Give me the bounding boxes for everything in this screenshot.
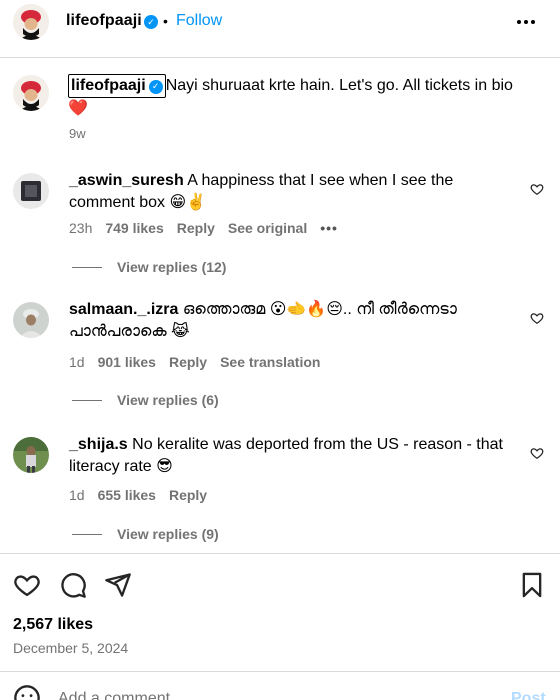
comment-meta: 23h 749 likes Reply See original ••• (69, 220, 338, 236)
like-comment-heart-icon[interactable] (530, 311, 544, 325)
replies-divider-line (72, 266, 102, 268)
comment-text: No keralite was deported from the US - r… (69, 436, 503, 475)
more-options-icon[interactable] (517, 20, 535, 24)
reply-button[interactable]: Reply (169, 487, 207, 503)
see-translation-button[interactable]: See translation (220, 354, 320, 370)
post-likes-count[interactable]: 2,567 likes (13, 616, 93, 634)
commenter-avatar[interactable] (13, 173, 49, 209)
avatar-illustration (13, 437, 49, 473)
post-actions-section: 2,567 likes December 5, 2024 Add a comme… (0, 553, 560, 700)
view-replies-button[interactable]: View replies (12) (72, 259, 226, 275)
comment-username[interactable]: salmaan._.izra (69, 301, 178, 318)
comment-body: _shija.s No keralite was deported from t… (69, 434, 509, 478)
reply-button[interactable]: Reply (177, 220, 215, 236)
comment-body: _aswin_suresh A happiness that I see whe… (69, 170, 509, 214)
caption-text-block: lifeofpaaji ✓ Nayi shuruaat krte hain. Let… (68, 74, 528, 120)
caption-text: Nayi shuruaat krte hain. Let's go. All t… (165, 77, 513, 94)
view-replies-button[interactable]: View replies (6) (72, 392, 219, 408)
replies-divider-line (72, 533, 102, 535)
post-date: December 5, 2024 (13, 640, 129, 656)
comment-bubble-icon[interactable] (59, 571, 87, 599)
add-comment-bar: Add a comment... Post (0, 671, 560, 700)
separator-dot: • (163, 13, 168, 29)
comment-age[interactable]: 1d (69, 487, 85, 503)
caption-age[interactable]: 9w (69, 126, 86, 141)
replies-divider-line (72, 399, 102, 401)
comment-username[interactable]: _shija.s (69, 436, 128, 453)
see-original-button[interactable]: See original (228, 220, 307, 236)
emoji-picker-icon[interactable] (13, 684, 41, 700)
comment-meta: 1d 901 likes Reply See translation (69, 354, 320, 370)
heart-emoji: ❤️ (68, 100, 88, 117)
comment-age[interactable]: 1d (69, 354, 85, 370)
comment-likes[interactable]: 749 likes (105, 220, 163, 236)
reply-button[interactable]: Reply (169, 354, 207, 370)
like-comment-heart-icon[interactable] (530, 446, 544, 460)
post-comment-button[interactable]: Post (511, 690, 546, 700)
like-comment-heart-icon[interactable] (530, 182, 544, 196)
save-bookmark-icon[interactable] (518, 571, 546, 599)
instagram-post-panel: lifeofpaaji ✓ • Follow lifeofpaaji ✓ Nayi … (0, 0, 560, 700)
comment-body: salmaan._.izra ഒത്തൊരുമ 😮🫲🔥😔.. നീ തീർന്ന… (69, 299, 509, 343)
caption-username[interactable]: lifeofpaaji ✓ (68, 74, 166, 98)
caption-author-avatar[interactable] (13, 75, 49, 111)
comment-options-icon[interactable]: ••• (320, 220, 338, 236)
avatar-illustration (13, 75, 49, 111)
avatar-illustration (13, 4, 49, 40)
post-header: lifeofpaaji ✓ • Follow (0, 0, 560, 58)
add-comment-input[interactable]: Add a comment... (58, 690, 183, 700)
view-replies-label: View replies (12) (117, 259, 227, 275)
comment-age[interactable]: 23h (69, 220, 92, 236)
caption-username-label: lifeofpaaji (71, 77, 146, 94)
verified-badge-icon: ✓ (144, 15, 158, 29)
commenter-avatar[interactable] (13, 437, 49, 473)
like-heart-icon[interactable] (13, 571, 41, 599)
commenter-avatar[interactable] (13, 302, 49, 338)
avatar-illustration (13, 302, 49, 338)
comment-username[interactable]: _aswin_suresh (69, 172, 184, 189)
view-replies-button[interactable]: View replies (9) (72, 526, 219, 542)
follow-button[interactable]: Follow (176, 12, 222, 30)
post-author-avatar[interactable] (13, 4, 49, 40)
comment-likes[interactable]: 655 likes (98, 487, 156, 503)
view-replies-label: View replies (6) (117, 392, 219, 408)
header-username[interactable]: lifeofpaaji (66, 12, 142, 30)
comment-meta: 1d 655 likes Reply (69, 487, 207, 503)
avatar-illustration (13, 173, 49, 209)
view-replies-label: View replies (9) (117, 526, 219, 542)
comment-likes[interactable]: 901 likes (98, 354, 156, 370)
verified-badge-icon: ✓ (148, 79, 163, 94)
share-send-icon[interactable] (104, 571, 132, 599)
